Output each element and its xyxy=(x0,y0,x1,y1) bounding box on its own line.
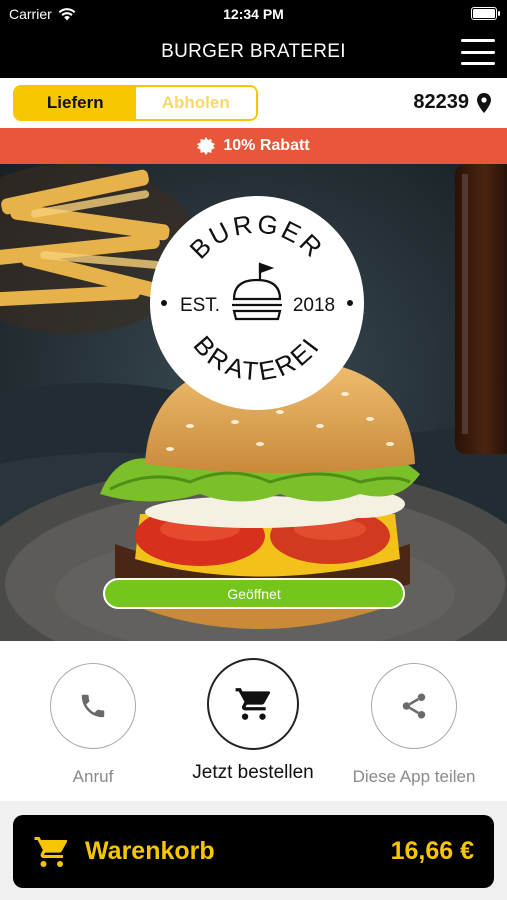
hamburger-menu-icon[interactable] xyxy=(461,39,495,65)
open-status-badge: Geöffnet xyxy=(103,578,405,609)
logo-est-text: EST. xyxy=(180,295,220,316)
discount-text: 10% Rabatt xyxy=(223,137,310,154)
cart-button[interactable]: Warenkorb 16,66 € xyxy=(13,815,494,888)
svg-text:BURGER: BURGER xyxy=(184,208,330,264)
phone-icon xyxy=(81,694,105,718)
badge-icon xyxy=(197,137,216,155)
call-button[interactable]: Anruf xyxy=(13,663,173,787)
app-title: BURGER BRATEREI xyxy=(161,41,346,62)
burger-flag-icon xyxy=(232,262,282,321)
cart-icon xyxy=(235,688,271,720)
order-mode-row: Liefern Abholen 82239 xyxy=(0,78,507,128)
tab-liefern[interactable]: Liefern xyxy=(15,87,136,119)
hero-image: BURGER BRATEREI EST. 2018 Geöffnet xyxy=(0,164,507,641)
clock: 12:34 PM xyxy=(223,6,284,22)
postcode-selector[interactable]: 82239 xyxy=(413,91,491,114)
brand-logo: BURGER BRATEREI EST. 2018 xyxy=(150,196,364,410)
nav-bar: BURGER BRATEREI xyxy=(0,28,507,78)
cart-total: 16,66 € xyxy=(390,837,474,865)
order-now-label: Jetzt bestellen xyxy=(192,762,314,783)
cart-icon xyxy=(34,836,68,867)
footer: Warenkorb 16,66 € xyxy=(0,801,507,900)
order-now-button[interactable]: Jetzt bestellen xyxy=(173,658,333,784)
battery-icon xyxy=(471,7,500,20)
call-label: Anruf xyxy=(72,767,114,786)
tab-abholen[interactable]: Abholen xyxy=(135,87,256,119)
svg-text:BRATEREI: BRATEREI xyxy=(188,330,327,387)
share-app-label: Diese App teilen xyxy=(352,767,476,786)
cart-label: Warenkorb xyxy=(85,837,215,865)
location-pin-icon xyxy=(477,92,491,113)
discount-banner: 10% Rabatt xyxy=(0,128,507,164)
logo-top-text: BURGER xyxy=(184,208,327,264)
delivery-mode-toggle: Liefern Abholen xyxy=(13,85,258,121)
logo-year-text: 2018 xyxy=(293,295,335,316)
status-bar: Carrier 12:34 PM xyxy=(0,0,507,28)
share-icon xyxy=(402,693,426,719)
quick-actions: Anruf Jetzt bestellen Diese App teilen xyxy=(0,641,507,801)
share-app-button[interactable]: Diese App teilen xyxy=(334,663,494,787)
logo-bottom-text: BRATEREI xyxy=(188,330,324,387)
postcode-value: 82239 xyxy=(413,91,469,113)
